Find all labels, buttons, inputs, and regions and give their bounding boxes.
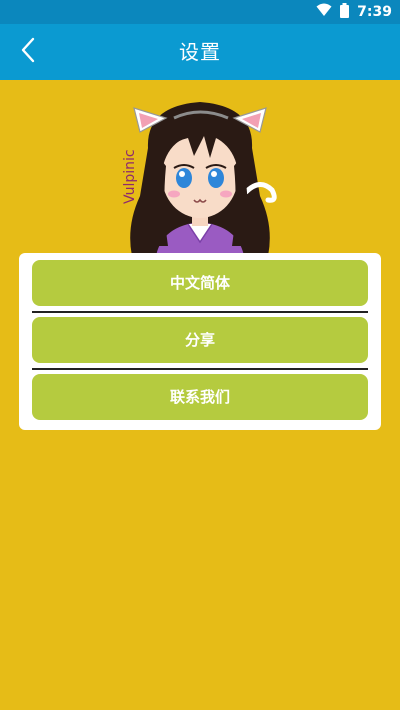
contact-us-button[interactable]: 联系我们 (32, 374, 368, 420)
page-title: 设置 (179, 40, 221, 64)
svg-text:Vulpinic: Vulpinic (122, 149, 138, 204)
menu-divider (32, 311, 368, 313)
status-bar: 7:39 (0, 0, 400, 24)
battery-icon (340, 2, 350, 22)
language-button[interactable]: 中文简体 (32, 260, 368, 306)
status-time: 7:39 (357, 4, 392, 20)
mascot-illustration: Vulpinic (118, 96, 282, 256)
wifi-icon (316, 3, 332, 21)
settings-menu-card: 中文简体 分享 联系我们 (19, 253, 381, 430)
menu-divider (32, 368, 368, 370)
app-bar: 设置 (0, 24, 400, 80)
share-button[interactable]: 分享 (32, 317, 368, 363)
status-indicators: 7:39 (316, 0, 392, 24)
